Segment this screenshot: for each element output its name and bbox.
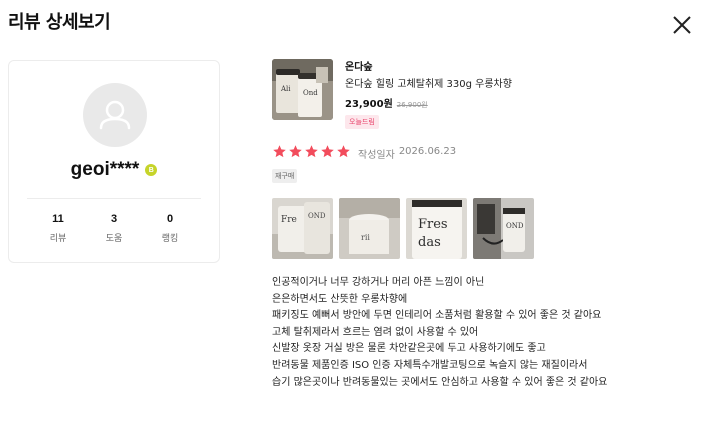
photo-image: Fre OND	[272, 198, 333, 259]
review-photo[interactable]: Fres das	[406, 198, 467, 259]
original-price: 26,900원	[396, 101, 428, 109]
profile-stats: 11 리뷰 3 도움 0 랭킹	[9, 213, 219, 244]
svg-text:Ond: Ond	[303, 89, 318, 97]
product-brand[interactable]: 온다숲	[345, 58, 373, 73]
star-icon	[337, 145, 350, 158]
svg-text:das: das	[418, 235, 441, 250]
review-photo[interactable]: rii	[339, 198, 400, 259]
review-photos: Fre OND rii Fres das OND	[272, 198, 534, 259]
divider	[27, 198, 201, 199]
date-value: 2026.06.23	[398, 146, 457, 157]
stat-ranking: 0 랭킹	[142, 213, 198, 244]
photo-image: rii	[339, 198, 400, 259]
stat-reviews: 11 리뷰	[30, 213, 86, 244]
review-line: 습기 많은곳이나 반려동물있는 곳에서도 안심하고 사용할 수 있어 좋은 것 …	[272, 376, 608, 388]
nickname: geoi****	[70, 159, 140, 180]
stat-helpful: 3 도움	[86, 213, 142, 244]
photo-image: Fres das	[406, 198, 467, 259]
date-label: 작성일자	[358, 150, 395, 161]
stat-value: 0	[166, 213, 174, 225]
svg-text:Fre: Fre	[281, 215, 297, 225]
review-line: 은은하면서도 산뜻한 우롱차향에	[272, 293, 408, 305]
svg-text:rii: rii	[361, 233, 370, 242]
product-thumbnail[interactable]: Ali Ond	[272, 59, 333, 120]
review-body: 인공적이거나 너무 강하거나 머리 아픈 느낌이 아닌 은은하면서도 산뜻한 우…	[272, 275, 702, 391]
svg-text:Fres: Fres	[418, 217, 448, 232]
svg-text:OND: OND	[308, 212, 326, 220]
stat-label: 랭킹	[161, 234, 179, 244]
photo-image: OND	[473, 198, 534, 259]
svg-text:OND: OND	[506, 222, 524, 230]
stat-label: 리뷰	[49, 234, 67, 244]
star-icon	[321, 145, 334, 158]
star-rating	[272, 144, 351, 159]
page-title: 리뷰 상세보기	[8, 12, 111, 33]
user-icon	[99, 100, 131, 130]
star-icon	[273, 145, 286, 158]
stat-label: 도움	[105, 234, 123, 244]
store-tag: 오늘드림	[345, 115, 379, 129]
review-line: 인공적이거나 너무 강하거나 머리 아픈 느낌이 아닌	[272, 277, 485, 288]
review-photo[interactable]: Fre OND	[272, 198, 333, 259]
review-date: 작성일자 2026.06.23	[358, 146, 456, 161]
star-icon	[305, 145, 318, 158]
product-name[interactable]: 온다숲 힐링 고체탈취제 330g 우롱차향	[345, 75, 512, 90]
review-line: 패키징도 예뻐서 방안에 두면 인테리어 소품처럼 활용할 수 있어 좋은 것 …	[272, 310, 602, 322]
review-photo[interactable]: OND	[473, 198, 534, 259]
review-line: 신발장 옷장 거실 방은 물론 차안같은곳에 두고 사용하기에도 좋고	[272, 343, 546, 355]
avatar	[83, 83, 147, 147]
stat-value: 11	[52, 213, 64, 225]
grade-badge: B	[145, 164, 158, 176]
profile-card: geoi**** B 11 리뷰 3 도움 0 랭킹	[8, 60, 220, 263]
stat-value: 3	[110, 213, 118, 225]
product-image: Ali Ond	[272, 59, 333, 120]
review-line: 반려동물 제품인증 ISO 인증 자체특수개발코팅으로 녹슬지 않는 재질이라서	[272, 359, 588, 371]
svg-text:Ali: Ali	[280, 85, 291, 93]
product-price: 23,900원	[345, 99, 393, 110]
repurchase-tag: 재구매	[272, 169, 298, 183]
review-line: 고체 탈취제라서 흐르는 염려 없이 사용할 수 있어	[272, 326, 479, 338]
star-icon	[289, 145, 302, 158]
close-button[interactable]	[669, 12, 695, 38]
close-icon	[673, 16, 691, 34]
